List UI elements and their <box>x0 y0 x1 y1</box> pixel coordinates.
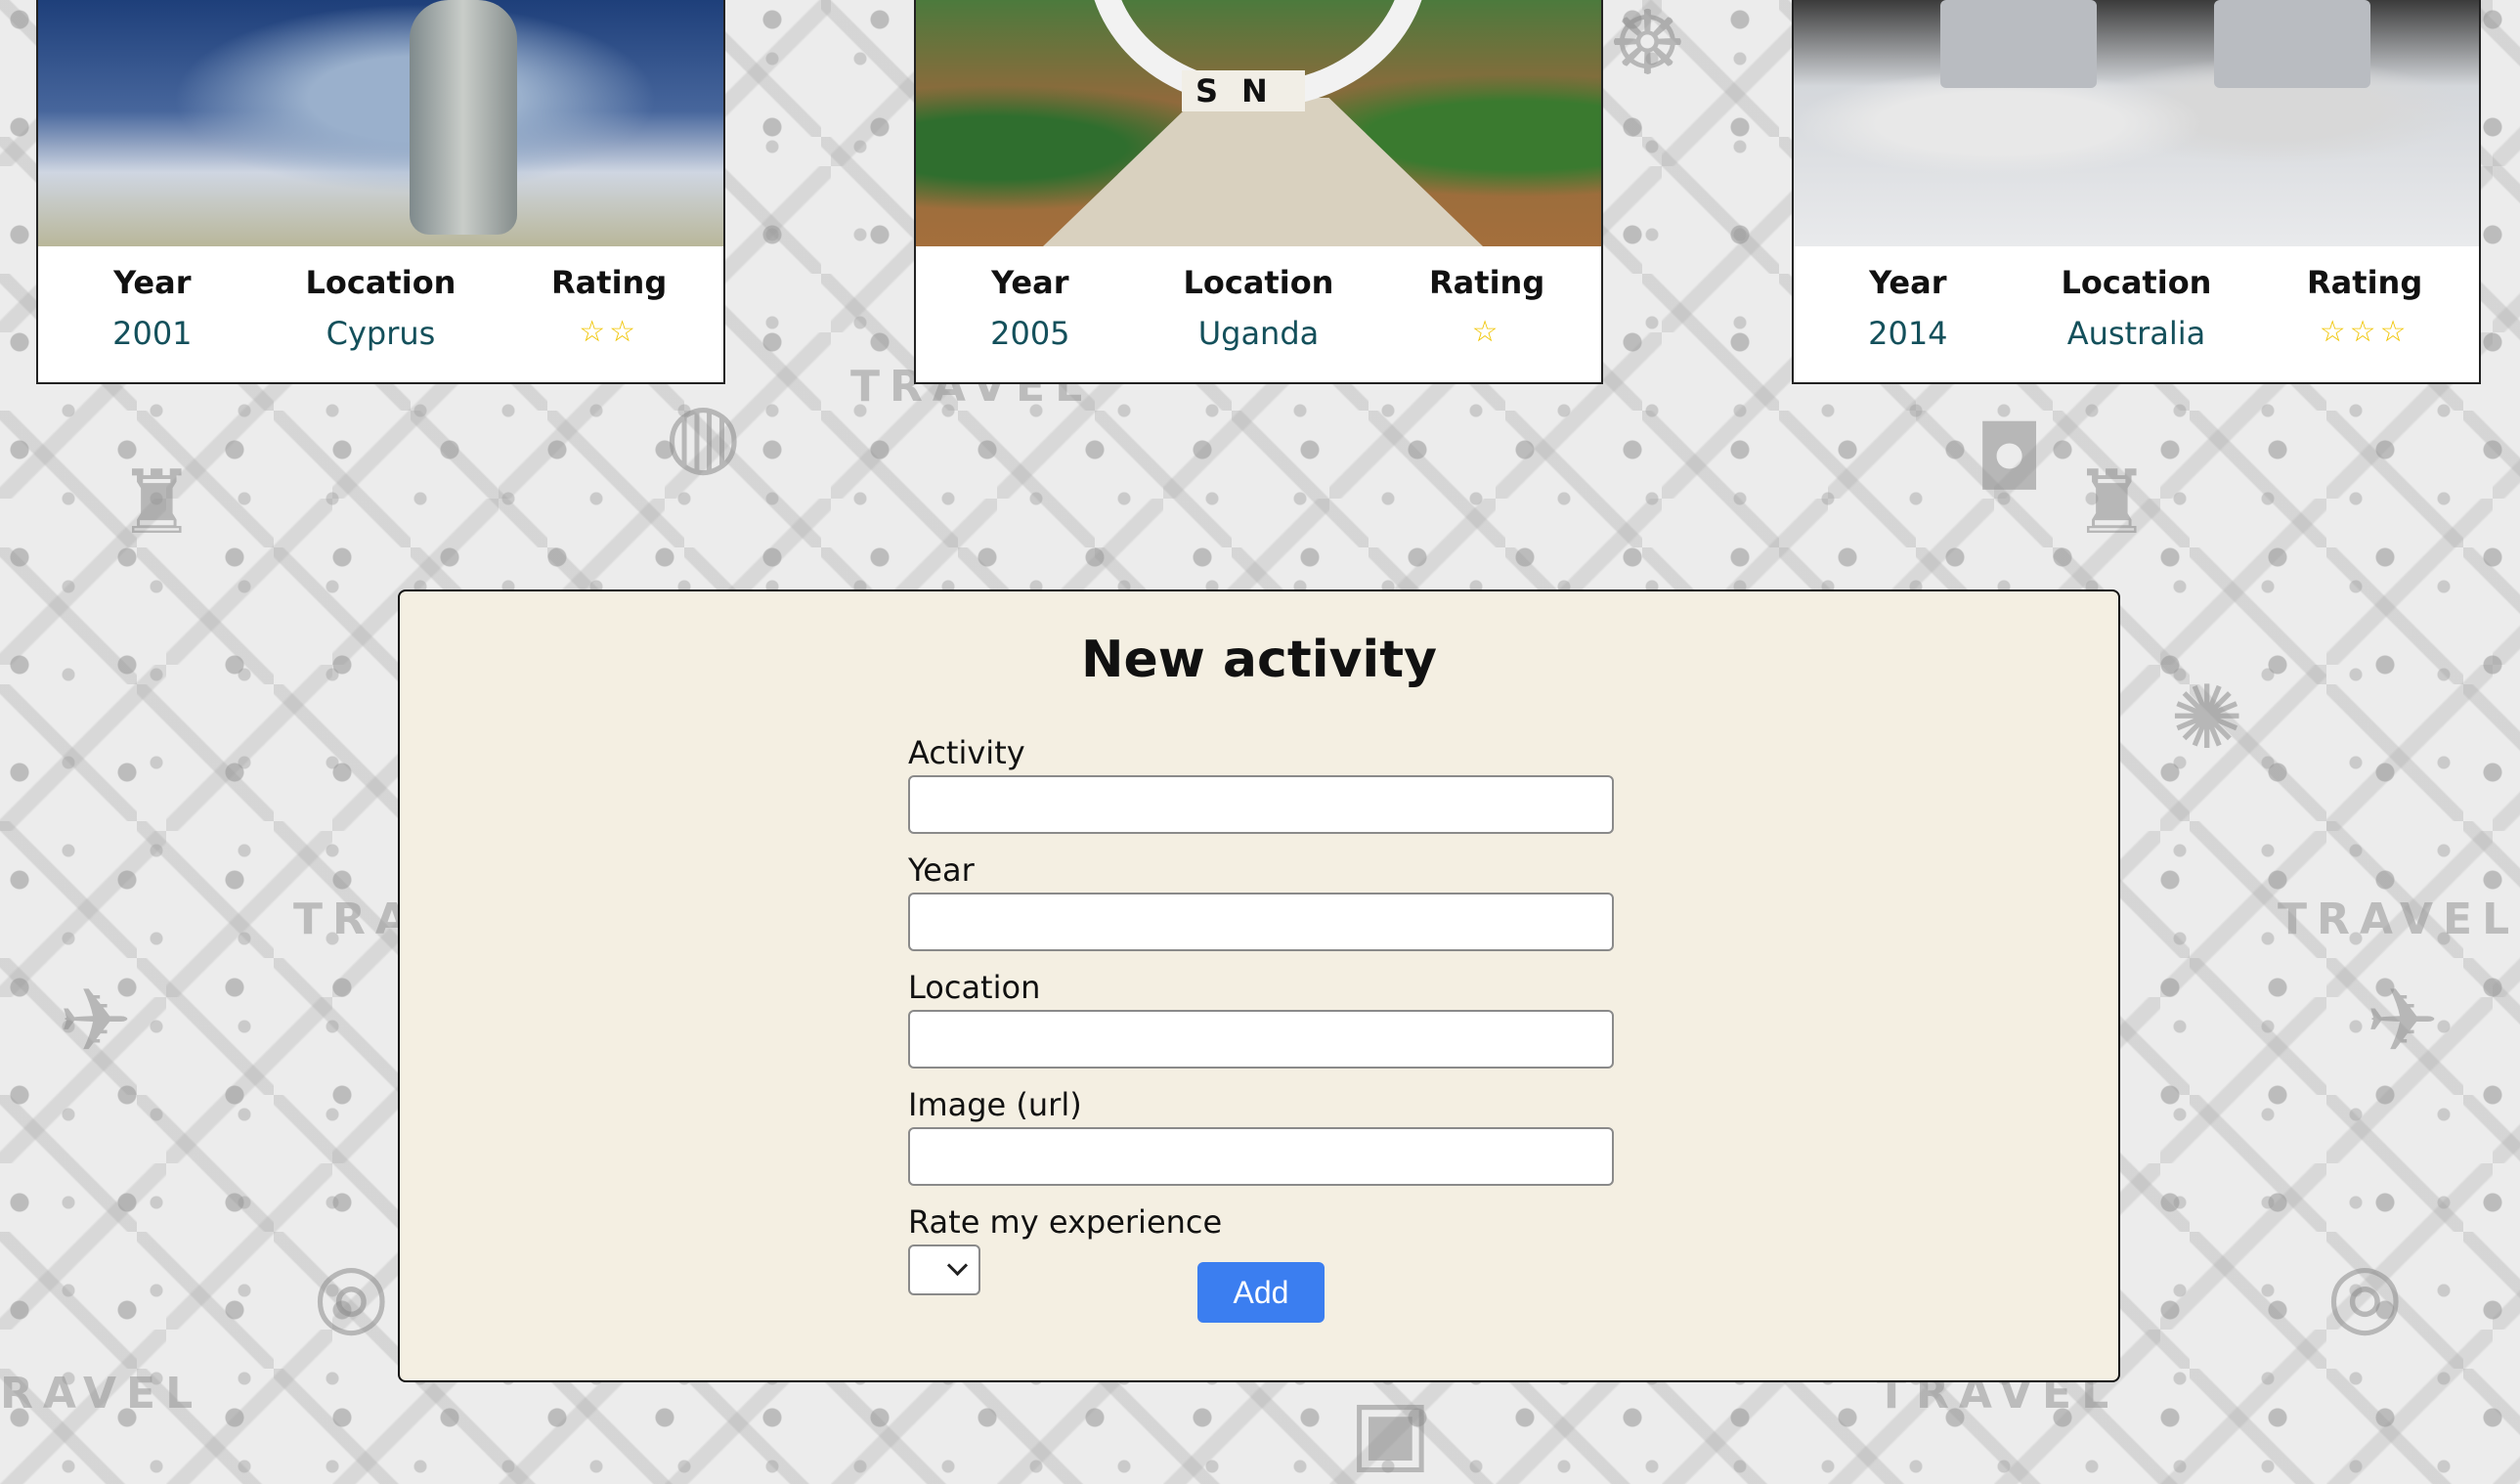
plane-icon: ✈ <box>2366 970 2440 1072</box>
year-value: 2005 <box>990 315 1070 352</box>
wheel-icon: ☸ <box>1608 0 1687 95</box>
location-heading: Location <box>2061 264 2212 301</box>
pinwheel-icon: ✺ <box>2170 667 2244 769</box>
rating-heading: Rating <box>551 264 668 301</box>
equator-monument-image: SN <box>916 0 1601 246</box>
location-column: Location Australia <box>2023 264 2249 382</box>
new-activity-form: New activity Activity Year Location Imag… <box>398 589 2120 1382</box>
location-label: Location <box>908 969 1041 1006</box>
activity-card: Year 2014 Location Australia Rating ☆☆☆ <box>1792 0 2481 384</box>
year-value: 2001 <box>112 315 193 352</box>
rating-select-label: Rate my experience <box>908 1203 1223 1241</box>
camera-icon: ◘ <box>1975 408 2045 510</box>
rating-column: Rating ☆☆ <box>496 264 721 382</box>
year-column: Year 2001 <box>39 264 265 382</box>
year-label: Year <box>908 851 975 889</box>
year-heading: Year <box>113 264 192 301</box>
activity-input[interactable] <box>908 775 1614 834</box>
form-fields: Activity Year Location Image (url) Rate … <box>908 730 1614 1295</box>
location-heading: Location <box>305 264 456 301</box>
year-heading: Year <box>1869 264 1947 301</box>
location-column: Location Uganda <box>1146 264 1371 382</box>
form-title: New activity <box>1081 631 1437 689</box>
year-input[interactable] <box>908 893 1614 951</box>
statue-icon: ♜ <box>2072 452 2151 554</box>
activity-card: SN Year 2005 Location Uganda Rating ☆ <box>914 0 1603 384</box>
chevron-down-icon <box>946 1254 969 1277</box>
year-column: Year 2014 <box>1795 264 2020 382</box>
location-column: Location Cyprus <box>268 264 494 382</box>
location-value: Uganda <box>1197 315 1320 352</box>
star-rating: ☆☆☆ <box>2319 315 2411 349</box>
rating-select[interactable] <box>908 1244 980 1295</box>
walkway-shape <box>1043 98 1483 246</box>
image-url-label: Image (url) <box>908 1086 1082 1123</box>
star-rating: ☆☆ <box>579 315 640 349</box>
location-value: Cyprus <box>326 315 436 352</box>
rating-heading: Rating <box>2307 264 2423 301</box>
location-value: Australia <box>2066 315 2206 352</box>
year-heading: Year <box>991 264 1069 301</box>
location-input[interactable] <box>908 1010 1614 1069</box>
laptop-shape <box>1940 0 2097 88</box>
statue-shape <box>410 0 517 235</box>
rating-column: Rating ☆☆☆ <box>2251 264 2477 382</box>
rating-heading: Rating <box>1429 264 1545 301</box>
card-info: Year 2014 Location Australia Rating ☆☆☆ <box>1794 246 2479 382</box>
compass-icon: ◎ <box>2326 1244 2404 1346</box>
office-laptops-image <box>1794 0 2479 246</box>
star-rating: ☆ <box>1471 315 1502 349</box>
activity-card: Year 2001 Location Cyprus Rating ☆☆ <box>36 0 725 384</box>
card-info: Year 2005 Location Uganda Rating ☆ <box>916 246 1601 382</box>
card-info: Year 2001 Location Cyprus Rating ☆☆ <box>38 246 723 382</box>
location-heading: Location <box>1183 264 1334 301</box>
luggage-icon: ▣ <box>1349 1380 1433 1483</box>
travel-watermark: TRAVEL <box>2278 895 2520 944</box>
equator-sign-text: SN <box>1182 70 1305 111</box>
year-value: 2014 <box>1868 315 1948 352</box>
laptop-shape <box>2214 0 2370 88</box>
statue-icon: ♜ <box>117 452 196 554</box>
add-button[interactable]: Add <box>1197 1262 1325 1323</box>
plane-icon: ✈ <box>59 970 133 1072</box>
activity-label: Activity <box>908 734 1025 771</box>
globe-icon: ◍ <box>665 383 742 486</box>
rating-column: Rating ☆ <box>1373 264 1599 382</box>
underwater-statue-image <box>38 0 723 246</box>
year-column: Year 2005 <box>917 264 1143 382</box>
image-url-input[interactable] <box>908 1127 1614 1186</box>
compass-icon: ◎ <box>313 1244 390 1346</box>
travel-watermark: TRAVEL <box>0 1369 203 1419</box>
